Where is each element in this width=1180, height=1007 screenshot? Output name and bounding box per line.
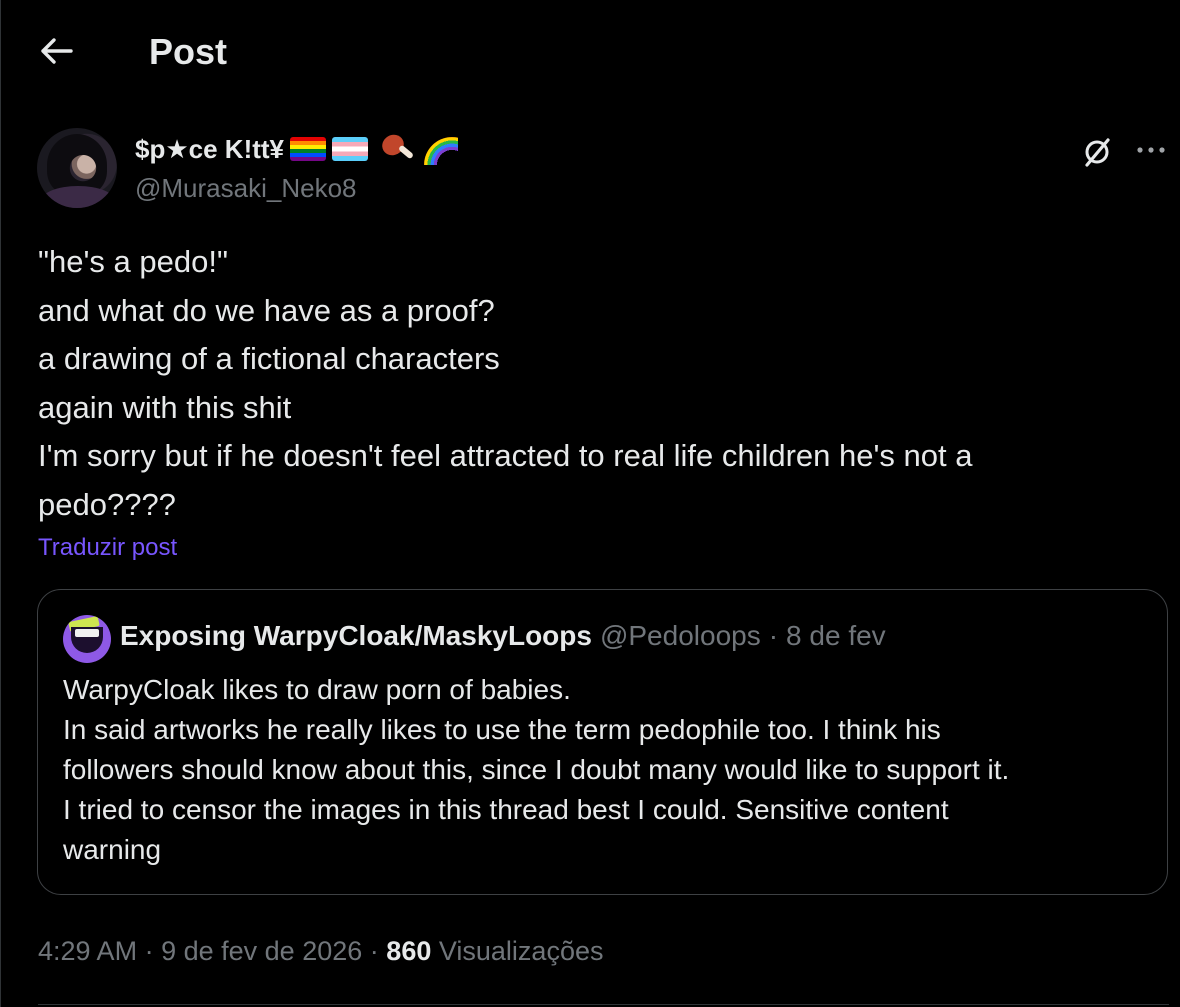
- quoted-text-line: In said artworks he really likes to use …: [63, 714, 941, 745]
- post-meta: 4:29 AM · 9 de fev de 2026 · 860 Visuali…: [38, 931, 603, 971]
- quoted-post-text: WarpyCloak likes to draw porn of babies.…: [63, 670, 1153, 870]
- quoted-text-line: I tried to censor the images in this thr…: [63, 794, 949, 825]
- more-options-button[interactable]: [1131, 132, 1171, 168]
- post-text: "he's a pedo!" and what do we have as a …: [38, 238, 1138, 529]
- quoted-author-name[interactable]: Exposing WarpyCloak/MaskyLoops: [120, 620, 592, 652]
- post-text-line: pedo????: [38, 486, 176, 522]
- transgender-flag-icon: [332, 137, 369, 161]
- separator-dot: ·: [768, 620, 779, 651]
- grok-button[interactable]: [1077, 132, 1117, 172]
- post-text-line: again with this shit: [38, 389, 292, 425]
- rainbow-flag-icon: [290, 137, 327, 161]
- translate-post-link[interactable]: Traduzir post: [38, 532, 177, 564]
- grok-icon: [1085, 138, 1110, 167]
- post-text-line: a drawing of a fictional characters: [38, 341, 500, 376]
- author-handle[interactable]: @Murasaki_Neko8: [135, 172, 356, 204]
- views-count: 860: [386, 936, 432, 966]
- arrow-left-icon: [41, 38, 73, 64]
- post-text-line: "he's a pedo!": [38, 244, 228, 279]
- quoted-post-date[interactable]: 8 de fev: [786, 620, 886, 652]
- post-text-line: I'm sorry but if he doesn't feel attract…: [38, 438, 973, 473]
- separator-dot: ·: [144, 936, 154, 966]
- page-title: Post: [149, 31, 228, 72]
- views-label: Visualizações: [438, 936, 604, 966]
- quoted-author-avatar[interactable]: [63, 615, 111, 663]
- more-horizontal-icon: [1137, 147, 1165, 153]
- author-avatar[interactable]: [37, 128, 117, 208]
- author-display-name[interactable]: $p★ce K!tt¥: [135, 134, 284, 165]
- meat-on-bone-icon: [378, 130, 416, 165]
- post-date[interactable]: 9 de fev de 2026: [161, 936, 362, 966]
- divider: [38, 1004, 1169, 1005]
- quoted-post-card[interactable]: Exposing WarpyCloak/MaskyLoops @Pedoloop…: [37, 589, 1168, 895]
- post-page: Post $p★ce K!tt¥ @Murasaki_Neko8 "he's a: [0, 0, 1180, 1007]
- quoted-text-line: WarpyCloak likes to draw porn of babies.: [63, 674, 571, 705]
- quoted-post-header: Exposing WarpyCloak/MaskyLoops @Pedoloop…: [120, 620, 886, 652]
- post-text-line: and what do we have as a proof?: [38, 292, 495, 328]
- separator-dot: ·: [369, 936, 379, 966]
- quoted-text-line: warning: [63, 834, 162, 865]
- page-header: Post: [1, 0, 1180, 104]
- author-name-row[interactable]: $p★ce K!tt¥: [135, 130, 459, 168]
- back-button[interactable]: [31, 28, 83, 74]
- quoted-author-handle[interactable]: @Pedoloops: [600, 620, 761, 652]
- rainbow-icon: [422, 133, 459, 165]
- post-time[interactable]: 4:29 AM: [38, 936, 137, 966]
- quoted-text-line: followers should know about this, since …: [63, 754, 1010, 785]
